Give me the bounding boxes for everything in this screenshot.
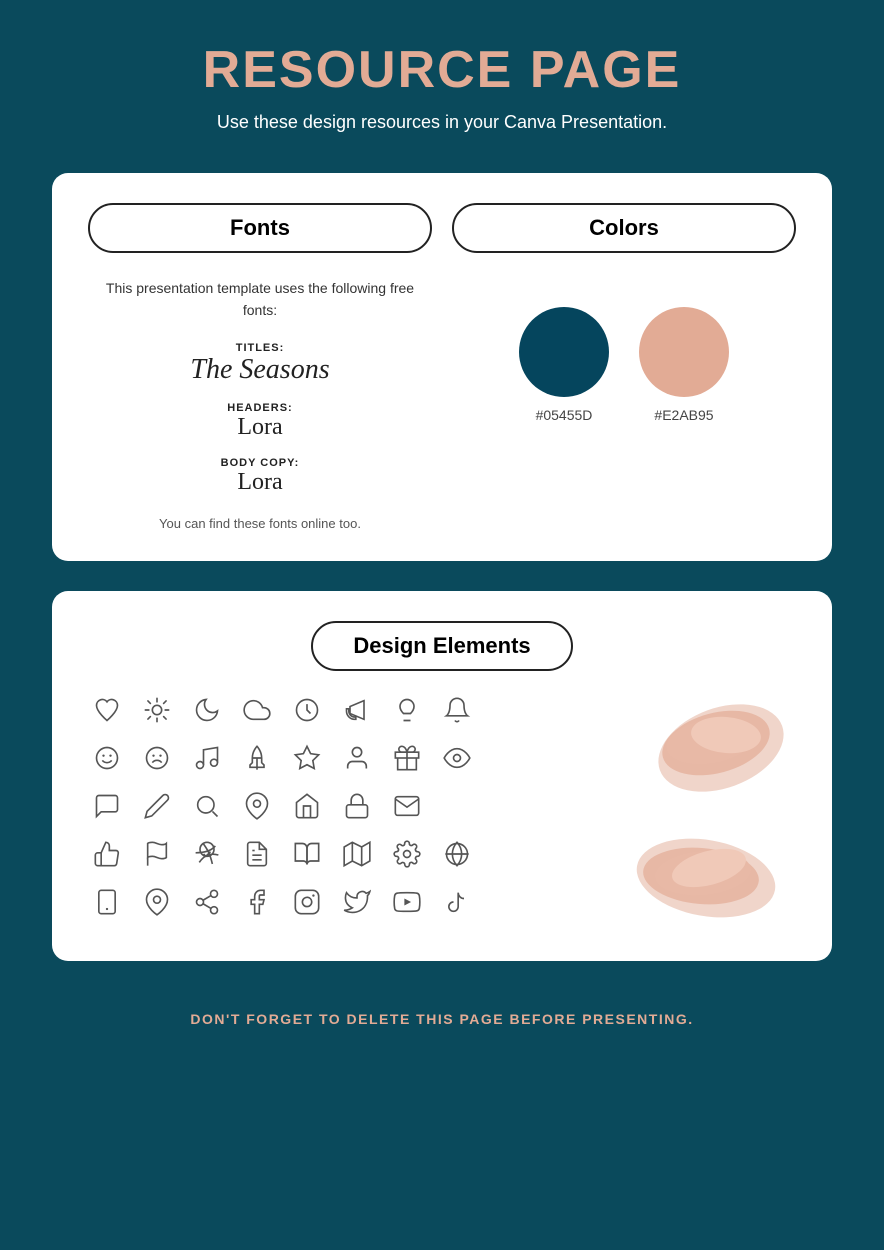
icon-row-5 (88, 883, 606, 921)
pin-icon (238, 787, 276, 825)
body-font: Lora (88, 469, 432, 496)
sun-icon (138, 691, 176, 729)
decorative-images (616, 691, 796, 931)
twitter-icon (338, 883, 376, 921)
footer-text: DON'T FORGET TO DELETE THIS PAGE BEFORE … (190, 1011, 693, 1027)
de-header: Design Elements (88, 621, 796, 671)
cloud-icon (238, 691, 276, 729)
lock-icon (338, 787, 376, 825)
location-icon (138, 883, 176, 921)
colors-label: Colors (452, 203, 796, 253)
facebook-icon (238, 883, 276, 921)
fonts-section: This presentation template uses the foll… (88, 277, 432, 531)
body-label: BODY COPY: (88, 457, 432, 469)
youtube-icon (388, 883, 426, 921)
color-swatches: #05455D #E2AB95 (519, 307, 729, 423)
titles-font: The Seasons (88, 354, 432, 386)
phone-icon (88, 883, 126, 921)
megaphone-icon (338, 691, 376, 729)
color-hex-2: #E2AB95 (654, 407, 713, 423)
star-icon (288, 739, 326, 777)
home-icon (288, 787, 326, 825)
fonts-footer: You can find these fonts online too. (88, 516, 432, 531)
search-icon (188, 787, 226, 825)
page-subtitle: Use these design resources in your Canva… (217, 112, 667, 133)
thumbsup-icon (88, 835, 126, 873)
map-icon (338, 835, 376, 873)
titles-label: TITLES: (88, 342, 432, 354)
icon-row-3 (88, 787, 606, 825)
instagram-icon (288, 883, 326, 921)
globe-icon (438, 835, 476, 873)
icon-row-2 (88, 739, 606, 777)
fc-body: This presentation template uses the foll… (88, 277, 796, 531)
fonts-label: Fonts (88, 203, 432, 253)
page-title: RESOURCE PAGE (203, 40, 682, 100)
document-icon (238, 835, 276, 873)
blob-top (621, 693, 791, 803)
moon-icon (188, 691, 226, 729)
rocket-icon (238, 739, 276, 777)
smile-icon (88, 739, 126, 777)
pencil-icon (138, 787, 176, 825)
share-icon (188, 883, 226, 921)
blob-bottom (621, 818, 791, 928)
headers-row: HEADERS: Lora (88, 402, 432, 441)
heart-icon (88, 691, 126, 729)
music-icon (188, 739, 226, 777)
fonts-intro: This presentation template uses the foll… (88, 277, 432, 322)
color-swatch-2: #E2AB95 (639, 307, 729, 423)
tiktok-icon (438, 883, 476, 921)
chat-icon (88, 787, 126, 825)
fonts-colors-card: Fonts Colors This presentation template … (52, 173, 832, 561)
icons-grid (88, 691, 606, 931)
lightbulb-icon (388, 691, 426, 729)
de-body (88, 691, 796, 931)
book-icon (288, 835, 326, 873)
icon-row-4 (88, 835, 606, 873)
body-row: BODY COPY: Lora (88, 457, 432, 496)
settings-icon (388, 835, 426, 873)
de-label: Design Elements (311, 621, 572, 671)
badge-icon (188, 835, 226, 873)
frown-icon (138, 739, 176, 777)
colors-section: #05455D #E2AB95 (452, 277, 796, 531)
clock-icon (288, 691, 326, 729)
flag-icon (138, 835, 176, 873)
gift-icon (388, 739, 426, 777)
color-swatch-1: #05455D (519, 307, 609, 423)
icon-row-1 (88, 691, 606, 729)
eye-icon (438, 739, 476, 777)
bell-icon (438, 691, 476, 729)
color-circle-1 (519, 307, 609, 397)
mail-icon (388, 787, 426, 825)
design-elements-card: Design Elements (52, 591, 832, 961)
user-icon (338, 739, 376, 777)
fc-header: Fonts Colors (88, 203, 796, 253)
headers-label: HEADERS: (88, 402, 432, 414)
headers-font: Lora (88, 414, 432, 441)
color-hex-1: #05455D (536, 407, 593, 423)
color-circle-2 (639, 307, 729, 397)
titles-row: TITLES: The Seasons (88, 342, 432, 386)
